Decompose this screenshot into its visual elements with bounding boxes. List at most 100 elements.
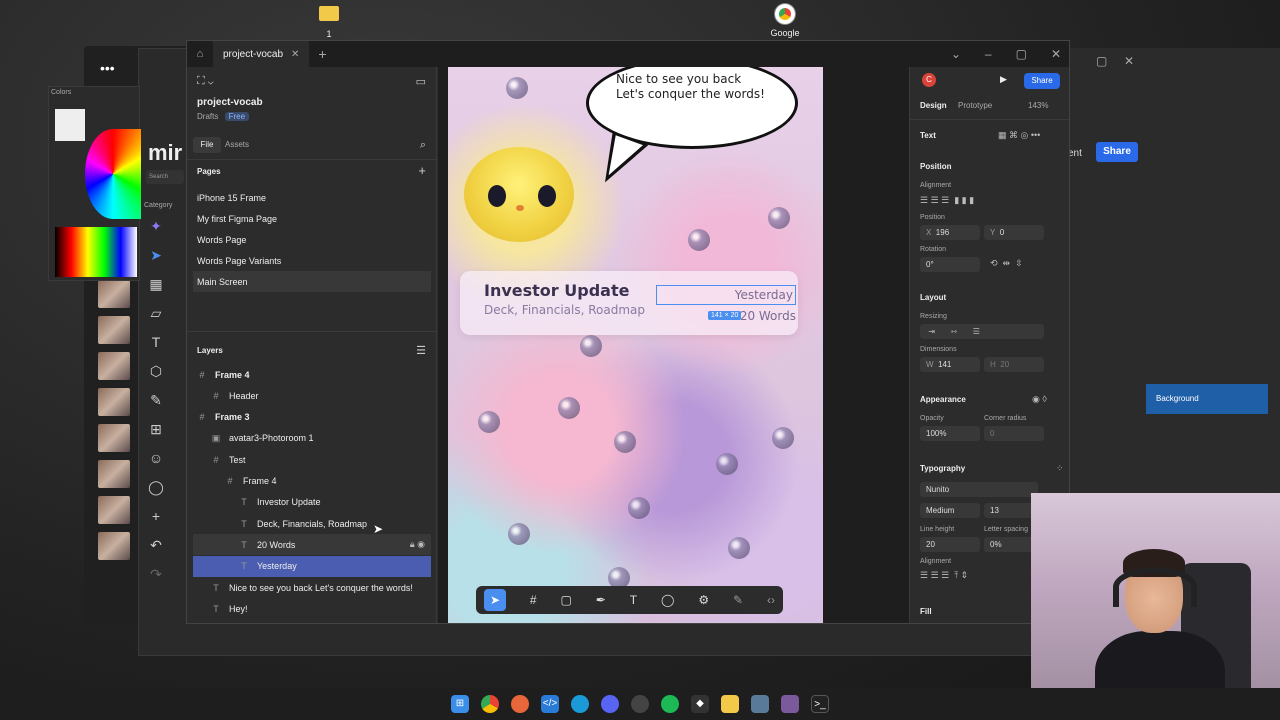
tab-project-vocab[interactable]: project-vocab ✕: [213, 41, 310, 67]
x-field[interactable]: X 196: [920, 225, 980, 240]
page-item[interactable]: iPhone 15 Frame: [193, 187, 431, 208]
close-icon[interactable]: ✕: [1051, 47, 1061, 61]
tab-file[interactable]: File: [193, 137, 221, 153]
comment-tool-icon[interactable]: ◯: [661, 593, 674, 607]
github-icon[interactable]: [631, 695, 649, 713]
corner-radius-field[interactable]: 0: [984, 426, 1044, 441]
opacity-field[interactable]: 100%: [920, 426, 980, 441]
windows-start-icon[interactable]: ⊞: [451, 695, 469, 713]
text-actions-icon[interactable]: ▦ ⌘ ◎ •••: [998, 130, 1040, 141]
page-item[interactable]: Main Screen: [193, 271, 431, 292]
terminal-icon[interactable]: >_: [811, 695, 829, 713]
line-height-field[interactable]: 20: [920, 537, 980, 552]
miro-share-button[interactable]: Share: [1096, 142, 1138, 162]
edge-icon[interactable]: [571, 695, 589, 713]
rectangle-tool-icon[interactable]: ▢: [561, 593, 572, 607]
maximize-icon[interactable]: ▢: [1016, 47, 1027, 61]
layer-row[interactable]: T Deck, Financials, Roadmap: [193, 513, 431, 534]
tab-assets[interactable]: Assets: [225, 137, 249, 153]
cursor-icon[interactable]: ➤: [142, 242, 170, 268]
close-tab-icon[interactable]: ✕: [291, 49, 299, 60]
page-item[interactable]: Words Page: [193, 229, 431, 250]
search-icon[interactable]: ⌕: [420, 139, 426, 152]
card-title[interactable]: Investor Update: [484, 281, 629, 300]
card-date-selected[interactable]: Yesterday: [656, 285, 796, 305]
layer-row[interactable]: # Frame 4: [193, 364, 431, 385]
explorer-icon[interactable]: [721, 695, 739, 713]
desktop-chrome[interactable]: Google: [770, 4, 800, 38]
play-icon[interactable]: ▶: [1000, 74, 1007, 85]
figma-menu-icon[interactable]: ⛶ ⌄: [197, 75, 214, 88]
thumbnail[interactable]: [98, 352, 130, 380]
zoom-level[interactable]: 143%: [1028, 101, 1048, 110]
bubble-text[interactable]: Nice to see you back Let's conquer the w…: [616, 72, 796, 102]
layer-row[interactable]: # Header: [193, 385, 431, 406]
frame-tool-icon[interactable]: #: [530, 593, 537, 607]
layers-options-icon[interactable]: ☰: [416, 344, 426, 357]
comment-icon[interactable]: ◯: [142, 474, 170, 500]
pen-icon[interactable]: ✎: [142, 387, 170, 413]
add-page-icon[interactable]: +: [418, 163, 426, 178]
text-align-icons[interactable]: ☰ ☰ ☰ ⤒ ⇕: [920, 570, 968, 581]
app-icon[interactable]: [751, 695, 769, 713]
layer-row[interactable]: T Investor Update: [193, 492, 431, 513]
rotation-field[interactable]: 0°: [920, 257, 980, 272]
thumbnail[interactable]: [98, 460, 130, 488]
discord-icon[interactable]: [601, 695, 619, 713]
project-name[interactable]: project-vocab: [197, 97, 263, 108]
sparkle-icon[interactable]: ✦: [142, 213, 170, 239]
weight-select[interactable]: Medium: [920, 503, 980, 518]
miro-search[interactable]: Search: [146, 170, 184, 184]
chrome-taskbar-icon[interactable]: [481, 695, 499, 713]
redo-icon[interactable]: ↷: [142, 561, 170, 587]
chevron-down-icon[interactable]: ⌄: [951, 47, 961, 61]
new-tab-icon[interactable]: +: [309, 46, 335, 62]
card[interactable]: Investor Update Deck, Financials, Roadma…: [460, 271, 798, 335]
lock-visibility-icons[interactable]: 🔒︎ ◉: [410, 539, 425, 550]
phone-frame[interactable]: Nice to see you back Let's conquer the w…: [448, 67, 823, 623]
thumbnail[interactable]: [98, 424, 130, 452]
y-field[interactable]: Y 0: [984, 225, 1044, 240]
emoji-icon[interactable]: ☺: [142, 445, 170, 471]
thumbnail[interactable]: [98, 532, 130, 560]
sticky-note-icon[interactable]: ▱: [142, 300, 170, 326]
thumbnail[interactable]: [98, 496, 130, 524]
draw-tool-icon[interactable]: ✎: [733, 593, 743, 607]
layer-row[interactable]: —iPhone 15 Top Black Bar: [193, 620, 431, 623]
align-icons[interactable]: ☰ ☰ ☰ ▮ ▮ ▮: [920, 195, 974, 206]
photos-icon[interactable]: [781, 695, 799, 713]
undo-icon[interactable]: ↶: [142, 532, 170, 558]
layer-row[interactable]: # Frame 3: [193, 407, 431, 428]
desktop-folder[interactable]: 1: [318, 6, 340, 39]
layer-row[interactable]: ▣ avatar3-Photoroom 1: [193, 428, 431, 449]
layer-row[interactable]: T 20 Words 🔒︎ ◉: [193, 534, 431, 556]
more-icon[interactable]: •••: [100, 60, 115, 76]
layer-row[interactable]: # Frame 4: [193, 471, 431, 492]
layer-row[interactable]: T Nice to see you back Let's conquer the …: [193, 577, 431, 598]
visibility-icon[interactable]: ◉ ◊: [1032, 394, 1047, 405]
tab-prototype[interactable]: Prototype: [958, 101, 992, 110]
layer-row[interactable]: T Yesterday: [193, 555, 431, 577]
thumbnail[interactable]: [98, 388, 130, 416]
figma-taskbar-icon[interactable]: ◆: [691, 695, 709, 713]
add-icon[interactable]: +: [142, 503, 170, 529]
table-icon[interactable]: ▦: [142, 271, 170, 297]
thumbnail[interactable]: [98, 316, 130, 344]
actions-tool-icon[interactable]: ⚙: [698, 593, 709, 607]
miro-background-item[interactable]: Background: [1146, 384, 1268, 414]
card-subtitle[interactable]: Deck, Financials, Roadmap: [484, 303, 645, 317]
resizing-options[interactable]: ⇥ ⇿ ☰: [920, 324, 1044, 339]
layer-row[interactable]: # Test: [193, 449, 431, 470]
window-controls[interactable]: ▢ ✕: [1096, 54, 1134, 68]
thumbnail[interactable]: [98, 280, 130, 308]
frame-icon[interactable]: ⊞: [142, 416, 170, 442]
height-field[interactable]: H 20: [984, 357, 1044, 372]
move-tool-icon[interactable]: ➤: [484, 589, 506, 611]
page-item[interactable]: Words Page Variants: [193, 250, 431, 271]
width-field[interactable]: W 141: [920, 357, 980, 372]
text-tool-icon[interactable]: T: [630, 593, 637, 607]
firefox-icon[interactable]: [511, 695, 529, 713]
color-wheel[interactable]: [85, 129, 141, 219]
user-avatar[interactable]: C: [922, 73, 936, 87]
typography-settings-icon[interactable]: ⁘: [1056, 463, 1064, 474]
